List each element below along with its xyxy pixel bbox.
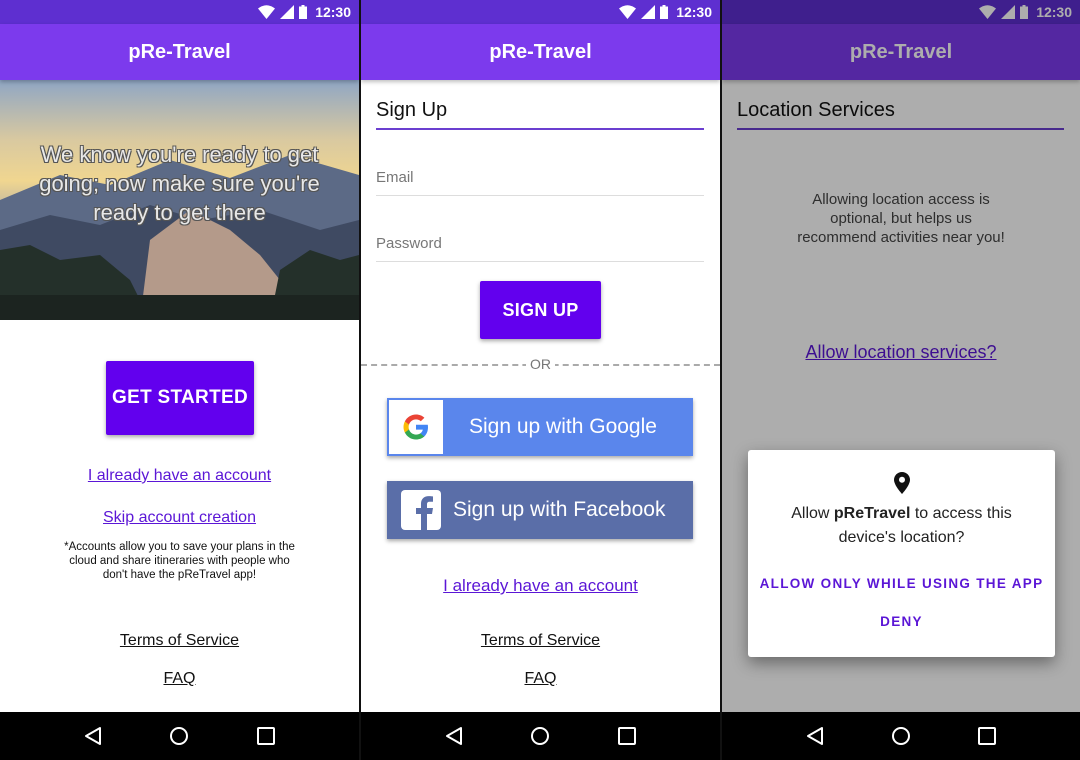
terms-of-service-link[interactable]: Terms of Service bbox=[361, 632, 720, 650]
battery-icon bbox=[660, 5, 669, 19]
status-time: 12:30 bbox=[315, 4, 351, 20]
home-icon bbox=[531, 727, 550, 745]
get-started-button[interactable]: GET STARTED bbox=[106, 361, 254, 435]
back-icon bbox=[807, 727, 823, 745]
already-have-account-link[interactable]: I already have an account bbox=[361, 576, 720, 596]
recents-button[interactable] bbox=[975, 724, 999, 748]
home-button[interactable] bbox=[167, 724, 191, 748]
hero-image: We know you're ready to get going; now m… bbox=[0, 80, 359, 320]
status-bar: 12:30 bbox=[361, 0, 720, 24]
signal-icon bbox=[280, 5, 295, 19]
location-pin-icon bbox=[893, 472, 910, 494]
google-icon bbox=[403, 414, 428, 440]
nav-bar bbox=[361, 712, 720, 760]
recents-icon bbox=[256, 727, 275, 745]
facebook-sign-up-button[interactable]: Sign up with Facebook bbox=[387, 481, 693, 539]
or-label: OR bbox=[526, 356, 555, 372]
location-services-screen: 12:30 pRe-Travel Location Services Allow… bbox=[722, 0, 1080, 760]
welcome-screen: 12:30 pRe-Travel We know you're ready to… bbox=[0, 0, 359, 760]
status-bar: 12:30 bbox=[0, 0, 359, 24]
wifi-icon bbox=[619, 5, 637, 19]
faq-link[interactable]: FAQ bbox=[361, 670, 720, 688]
google-button-label: Sign up with Google bbox=[469, 415, 657, 438]
home-icon bbox=[170, 727, 189, 745]
home-icon bbox=[892, 727, 910, 745]
app-bar: pRe-Travel bbox=[0, 24, 359, 80]
back-button[interactable] bbox=[803, 724, 827, 748]
back-button[interactable] bbox=[442, 724, 466, 748]
skip-account-creation-link[interactable]: Skip account creation bbox=[0, 509, 359, 527]
allow-while-using-button[interactable]: ALLOW ONLY WHILE USING THE APP bbox=[748, 576, 1055, 591]
home-button[interactable] bbox=[528, 724, 552, 748]
deny-button[interactable]: DENY bbox=[748, 614, 1055, 629]
hero-tagline: We know you're ready to get going; now m… bbox=[39, 142, 320, 225]
location-permission-dialog: Allow pReTravel to access this device's … bbox=[748, 450, 1055, 657]
signal-icon bbox=[641, 5, 656, 19]
battery-icon bbox=[299, 5, 308, 19]
sign-up-screen: 12:30 pRe-Travel Sign Up Email Password … bbox=[361, 0, 720, 760]
sign-up-button[interactable]: SIGN UP bbox=[480, 281, 601, 339]
faq-link[interactable]: FAQ bbox=[0, 670, 359, 688]
recents-icon bbox=[617, 727, 636, 745]
terms-of-service-link[interactable]: Terms of Service bbox=[0, 632, 359, 650]
back-icon bbox=[446, 727, 463, 745]
home-button[interactable] bbox=[889, 724, 913, 748]
status-time: 12:30 bbox=[676, 4, 712, 20]
recents-icon bbox=[978, 727, 996, 745]
back-icon bbox=[85, 727, 102, 745]
already-have-account-link[interactable]: I already have an account bbox=[0, 467, 359, 485]
facebook-icon bbox=[416, 496, 433, 530]
email-field[interactable]: Email bbox=[376, 169, 704, 196]
accounts-note: *Accounts allow you to save your plans i… bbox=[64, 541, 295, 581]
back-button[interactable] bbox=[81, 724, 105, 748]
google-sign-up-button[interactable]: Sign up with Google bbox=[387, 398, 693, 456]
recents-button[interactable] bbox=[615, 724, 639, 748]
wifi-icon bbox=[258, 5, 276, 19]
nav-bar bbox=[722, 712, 1080, 760]
app-title: pRe-Travel bbox=[489, 40, 592, 63]
facebook-button-label: Sign up with Facebook bbox=[453, 498, 666, 521]
password-field[interactable]: Password bbox=[376, 235, 704, 262]
app-bar: pRe-Travel bbox=[361, 24, 720, 80]
nav-bar bbox=[0, 712, 359, 760]
app-title: pRe-Travel bbox=[128, 40, 231, 63]
recents-button[interactable] bbox=[254, 724, 278, 748]
dialog-message: Allow pReTravel to access this device's … bbox=[791, 505, 1012, 546]
sign-up-heading: Sign Up bbox=[376, 99, 704, 130]
dialog-app-name: pReTravel bbox=[833, 505, 911, 522]
